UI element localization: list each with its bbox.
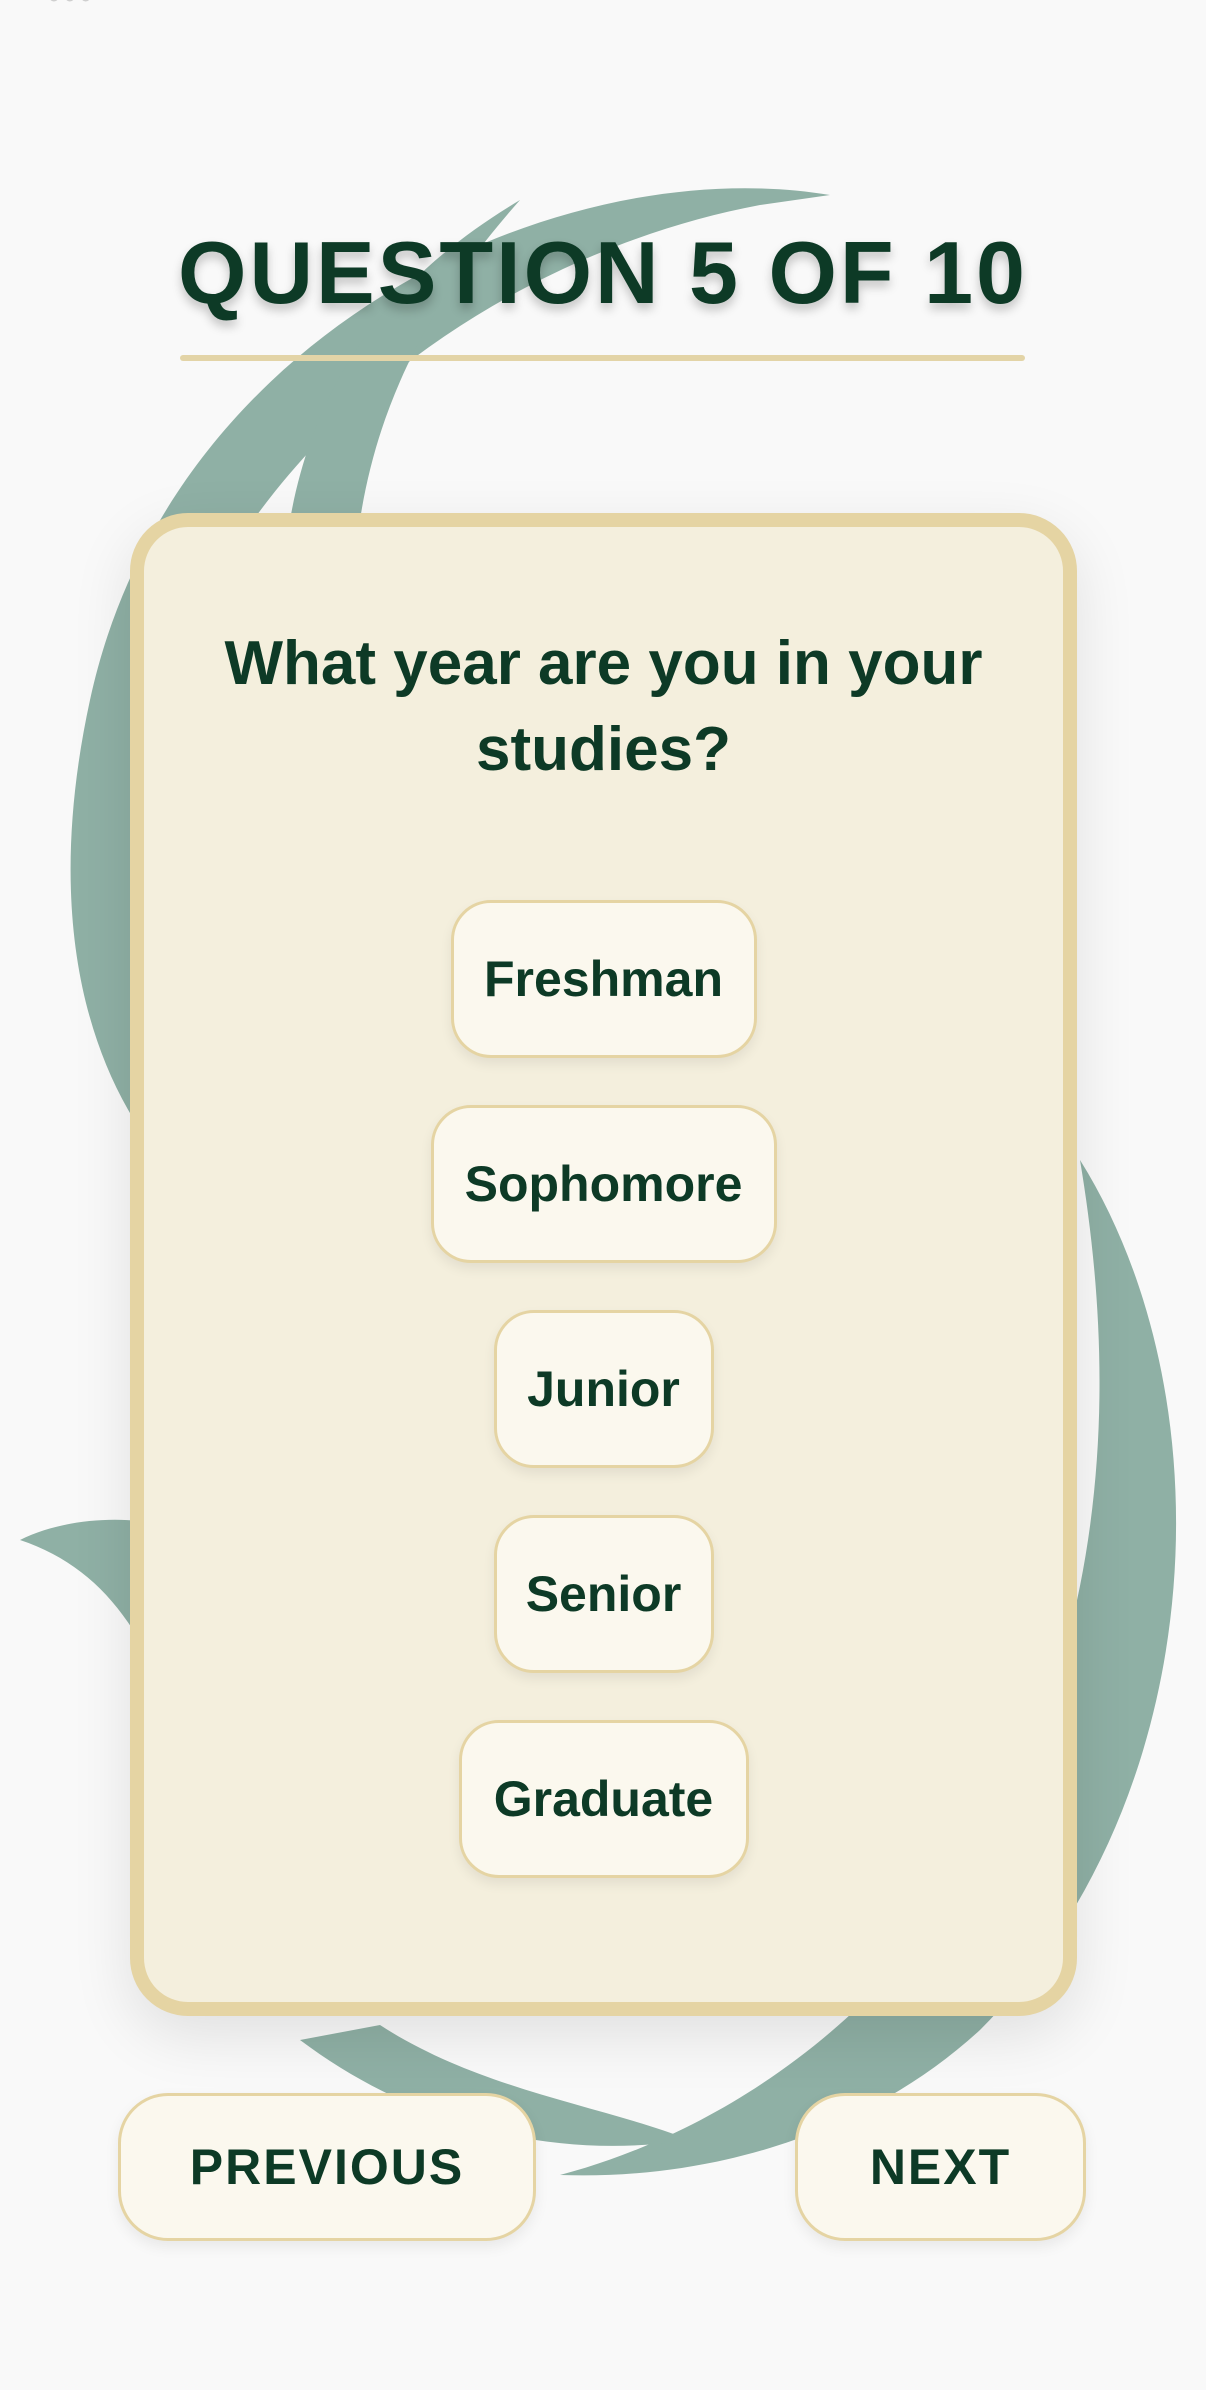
page-title: QUESTION 5 OF 10 (178, 223, 1028, 322)
question-text: What year are you in your studies? (224, 629, 983, 784)
option-graduate-button[interactable]: Graduate (458, 1720, 749, 1878)
previous-button[interactable]: PREVIOUS (118, 2093, 536, 2241)
option-freshman-button[interactable]: Freshman (450, 900, 757, 1058)
option-sophomore-button[interactable]: Sophomore (430, 1105, 777, 1263)
question-card: What year are you in your studies? Fresh… (130, 513, 1077, 2016)
option-senior-button[interactable]: Senior (493, 1515, 714, 1673)
option-junior-button[interactable]: Junior (493, 1310, 714, 1468)
status-bar-clipped: ••• (48, 0, 96, 17)
title-underline (180, 355, 1025, 361)
next-button[interactable]: NEXT (795, 2093, 1086, 2241)
